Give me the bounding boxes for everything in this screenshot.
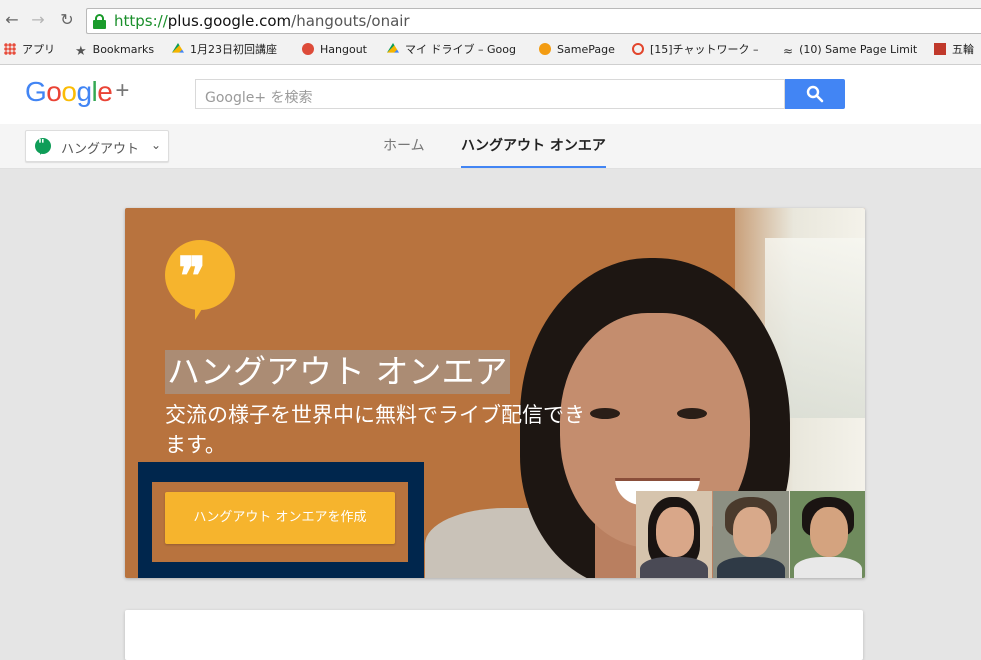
browser-chrome: ← → ↻ https://plus.google.com/hangouts/o… (0, 0, 981, 65)
hangouts-logo-tail (195, 298, 209, 320)
hero-subtitle: 交流の様子を世界中に無料でライブ配信できます。 (165, 403, 585, 457)
thumbnail-face (656, 507, 694, 557)
logo-letter: o (46, 76, 62, 107)
bookmark-samepage[interactable]: SamePage (539, 40, 615, 60)
hero-photo-eye (590, 408, 620, 419)
bookmark-label: 1月23日初回講座 (190, 43, 277, 56)
url-text: https://plus.google.com/hangouts/onair (114, 12, 410, 30)
tab-home[interactable]: ホーム (383, 124, 425, 168)
bookmark-label: アプリ (22, 43, 55, 56)
drive-icon (172, 43, 184, 53)
hero-photo-eye (677, 408, 707, 419)
participant-thumbnails (636, 491, 865, 578)
bookmark-apps[interactable]: アプリ (4, 40, 55, 60)
logo-letter: g (76, 76, 92, 107)
bookmark-hangout[interactable]: Hangout (302, 40, 367, 60)
bookmark-label: (10) Same Page Limit (799, 43, 918, 56)
bookmark-label: 五輪 (952, 43, 974, 56)
url-scheme: https:// (114, 12, 168, 30)
signature-icon: ≈ (783, 44, 794, 58)
chatwork-icon (632, 43, 644, 55)
bookmark-label: [15]チャットワーク – (650, 43, 759, 56)
gorin-s-icon (934, 43, 946, 55)
sub-navigation: " ハングアウト ⌄ ホーム ハングアウト オンエア (0, 124, 981, 169)
tab-hangouts-on-air[interactable]: ハングアウト オンエア (461, 124, 606, 168)
app-switcher-label: ハングアウト (61, 142, 140, 157)
bookmarks-bar: アプリ ★ Bookmarks 1月23日初回講座 Hangout マイ ドライブ… (0, 40, 981, 60)
url-path: /hangouts/onair (291, 12, 410, 30)
create-on-air-button[interactable]: ハングアウト オンエアを作成 (165, 492, 395, 544)
url-host: plus.google.com (167, 12, 292, 30)
bookmark-label: マイ ドライブ – Goog (405, 43, 516, 56)
search-icon (806, 85, 824, 103)
thumbnail-body (794, 557, 862, 578)
google-plus-logo[interactable]: Google + (25, 76, 129, 108)
star-icon: ★ (75, 44, 87, 59)
forward-arrow-icon[interactable]: → (28, 10, 48, 30)
chevron-down-icon: ⌄ (151, 138, 162, 152)
bookmark-label: Bookmarks (92, 43, 155, 56)
logo-letter: e (97, 76, 113, 107)
app-switcher-dropdown[interactable]: " ハングアウト ⌄ (25, 130, 169, 162)
bookmark-chatwork[interactable]: [15]チャットワーク – (632, 40, 758, 60)
participant-thumbnail (790, 491, 865, 578)
reload-icon[interactable]: ↻ (57, 10, 77, 30)
logo-letter: + (115, 77, 129, 104)
google-plus-icon (302, 43, 314, 55)
drive-icon (387, 43, 399, 53)
bookmark-bookmarks[interactable]: ★ Bookmarks (75, 40, 154, 60)
bookmark-gorin[interactable]: 五輪 (934, 40, 974, 60)
hero-title: ハングアウト オンエア (165, 350, 510, 394)
apps-grid-icon (4, 43, 16, 55)
participant-thumbnail (636, 491, 712, 578)
logo-letter: G (25, 76, 47, 107)
logo-letter: o (61, 76, 77, 107)
bookmark-drive-2[interactable]: マイ ドライブ – Goog (387, 40, 523, 60)
address-bar[interactable]: https://plus.google.com/hangouts/onair (86, 8, 981, 34)
thumbnail-face (733, 507, 771, 557)
hangouts-icon: " (35, 138, 51, 155)
browser-toolbar: ← → ↻ https://plus.google.com/hangouts/o… (0, 8, 981, 34)
lock-icon-body (93, 20, 106, 29)
search-input[interactable]: Google+ を検索 (195, 79, 785, 109)
search-button[interactable] (785, 79, 845, 109)
back-arrow-icon[interactable]: ← (2, 10, 22, 30)
participant-thumbnail (713, 491, 789, 578)
bookmark-label: Hangout (320, 43, 367, 56)
search-placeholder: Google+ を検索 (205, 90, 313, 106)
content-card (125, 610, 863, 660)
thumbnail-body (717, 557, 785, 578)
hero-banner: ❞ ハングアウト オンエア 交流の様子を世界中に無料でライブ配信できます。 ハン… (125, 208, 865, 578)
bookmark-label: SamePage (557, 43, 615, 56)
thumbnail-body (640, 557, 708, 578)
thumbnail-face (810, 507, 848, 557)
bookmark-samepage-limit[interactable]: ≈ (10) Same Page Limit (783, 40, 917, 60)
bookmark-drive-1[interactable]: 1月23日初回講座 (172, 40, 277, 60)
samepage-icon (539, 43, 551, 55)
gplus-header: Google + Google+ を検索 (0, 65, 981, 124)
